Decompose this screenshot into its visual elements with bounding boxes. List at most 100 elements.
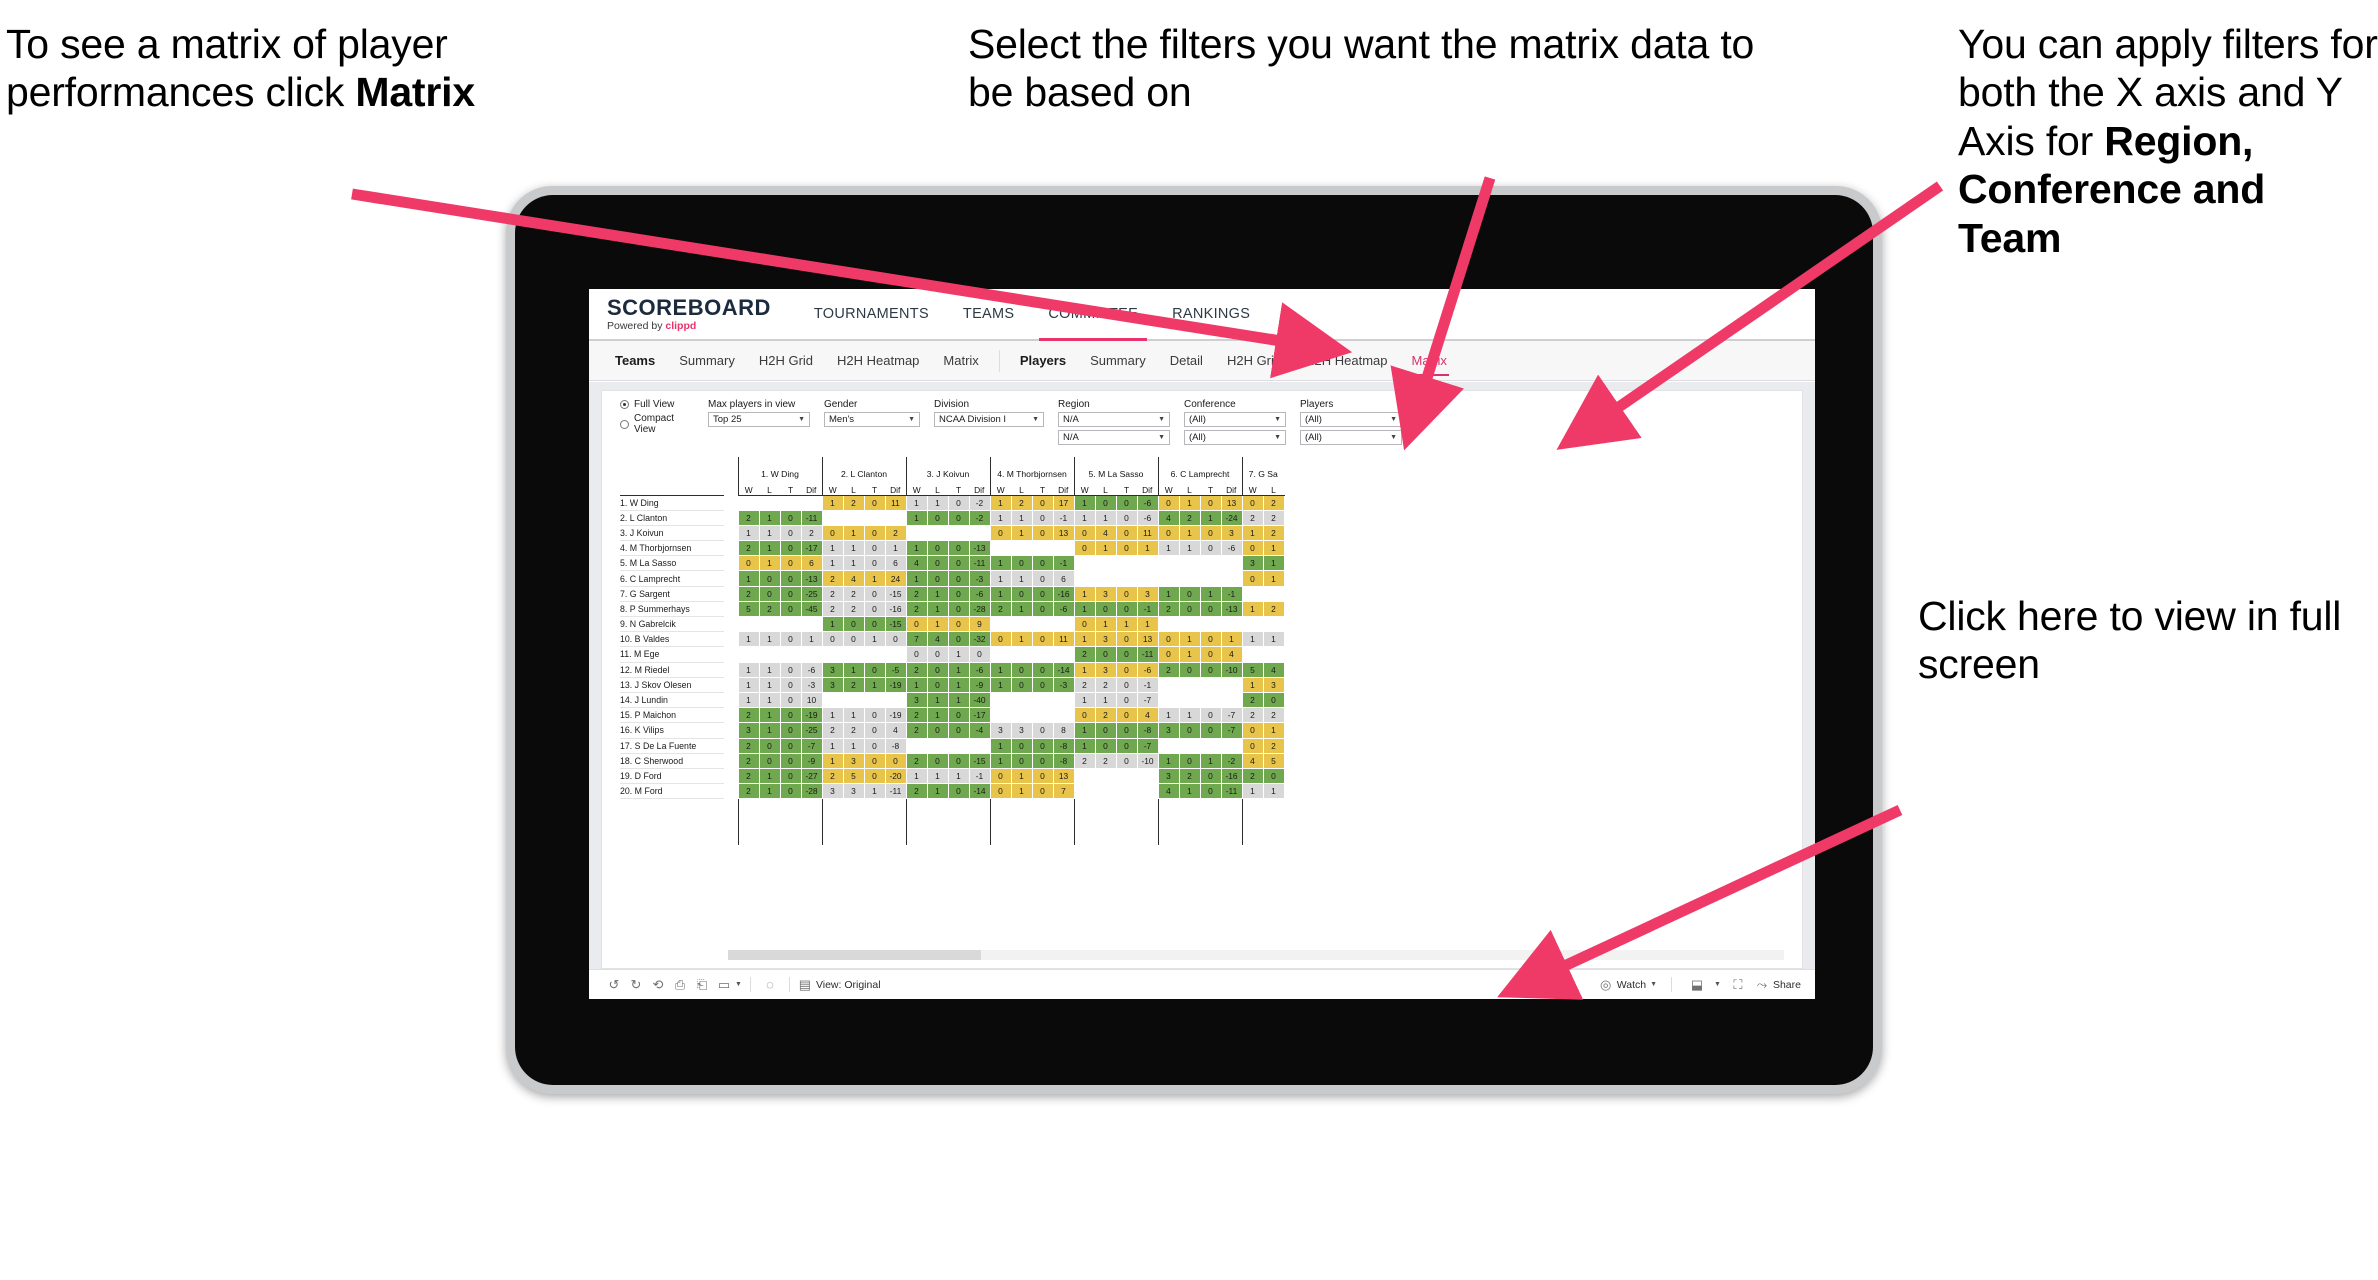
matrix-cell[interactable]: 0 [863, 737, 886, 754]
matrix-cell[interactable]: 1 [842, 661, 865, 678]
matrix-cell[interactable]: 1 [1241, 676, 1264, 693]
matrix-cell[interactable]: 2 [1157, 661, 1180, 678]
matrix-cell[interactable]: 0 [821, 631, 844, 648]
radio-full-view[interactable]: Full View [620, 399, 694, 410]
matrix-cell[interactable]: 0 [1031, 524, 1054, 542]
matrix-cell[interactable]: 1 [1136, 540, 1159, 557]
matrix-cell[interactable]: -19 [884, 676, 907, 693]
tab-teams-matrix[interactable]: Matrix [931, 341, 990, 380]
matrix-cell[interactable]: 1 [842, 555, 865, 572]
matrix-cell[interactable]: 0 [1199, 646, 1222, 663]
matrix-cell[interactable]: 4 [1241, 752, 1264, 769]
matrix-cell[interactable]: -19 [884, 707, 907, 724]
matrix-cell[interactable]: 0 [1031, 737, 1054, 754]
matrix-cell[interactable]: 2 [737, 509, 760, 526]
matrix-cell[interactable]: 0 [758, 752, 781, 769]
matrix-cell[interactable]: 1 [821, 752, 844, 769]
matrix-cell[interactable]: 0 [1010, 737, 1033, 754]
matrix-cell[interactable]: 3 [1262, 676, 1285, 693]
matrix-cell[interactable]: 1 [1094, 615, 1117, 633]
matrix-cell[interactable]: 2 [884, 524, 907, 542]
matrix-cell[interactable]: 2 [1241, 707, 1264, 724]
matrix-cell[interactable]: -25 [800, 585, 823, 602]
matrix-cell[interactable]: 0 [1157, 631, 1180, 648]
players-select-x[interactable]: (All) ▼ [1300, 412, 1402, 427]
matrix-cell[interactable]: 0 [863, 524, 886, 542]
matrix-cell[interactable]: 3 [821, 676, 844, 693]
matrix-cell[interactable]: 1 [1241, 600, 1264, 618]
matrix-cell[interactable]: -15 [884, 615, 907, 633]
matrix-cell[interactable]: 1 [821, 494, 844, 511]
matrix-cell[interactable]: 0 [1241, 722, 1264, 739]
matrix-cell[interactable]: -6 [1136, 509, 1159, 526]
matrix-cell[interactable]: -32 [968, 631, 991, 648]
matrix-cell[interactable]: 1 [758, 707, 781, 724]
matrix-cell[interactable]: -11 [884, 783, 907, 800]
matrix-cell[interactable]: 3 [1094, 585, 1117, 602]
matrix-cell[interactable]: 0 [1178, 722, 1201, 739]
matrix-cell[interactable]: 0 [947, 570, 970, 587]
matrix-cell[interactable]: 1 [821, 707, 844, 724]
matrix-cell[interactable]: 0 [1031, 783, 1054, 800]
matrix-cell[interactable]: 1 [905, 676, 928, 693]
matrix-cell[interactable]: 3 [1157, 767, 1180, 785]
matrix-cell[interactable]: -20 [884, 767, 907, 785]
matrix-cell[interactable]: -8 [884, 737, 907, 754]
matrix-cell[interactable]: 1 [947, 691, 970, 709]
max-players-select[interactable]: Top 25 ▼ [708, 412, 810, 427]
matrix-cell[interactable]: 0 [1199, 494, 1222, 511]
matrix-cell[interactable]: 0 [758, 585, 781, 602]
matrix-cell[interactable]: 0 [1010, 585, 1033, 602]
matrix-cell[interactable]: 1 [1199, 585, 1222, 602]
matrix-cell[interactable]: 1 [926, 494, 949, 511]
matrix-cell[interactable]: 13 [1052, 767, 1075, 785]
matrix-cell[interactable]: 1 [737, 691, 760, 709]
matrix-cell[interactable]: 1 [884, 540, 907, 557]
nav-item-committee[interactable]: COMMITTEE [1031, 289, 1155, 341]
matrix-cell[interactable]: 2 [1073, 646, 1096, 663]
matrix-cell[interactable]: 0 [1262, 691, 1285, 709]
matrix-cell[interactable]: 0 [1199, 524, 1222, 542]
matrix-cell[interactable]: -3 [1052, 676, 1075, 693]
matrix-cell[interactable]: -16 [1220, 767, 1243, 785]
matrix-cell[interactable]: 0 [1031, 661, 1054, 678]
matrix-cell[interactable]: 1 [1262, 631, 1285, 648]
matrix-cell[interactable]: 2 [821, 585, 844, 602]
matrix-cell[interactable]: -28 [968, 600, 991, 618]
matrix-cell[interactable]: 0 [1115, 722, 1138, 739]
matrix-cell[interactable]: 0 [863, 661, 886, 678]
matrix-cell[interactable]: 0 [779, 570, 802, 587]
matrix-cell[interactable]: 1 [1073, 585, 1096, 602]
matrix-cell[interactable]: 2 [905, 707, 928, 724]
matrix-cell[interactable]: 0 [1010, 661, 1033, 678]
radio-compact-view[interactable]: Compact View [620, 413, 694, 435]
matrix-cell[interactable]: 1 [1094, 540, 1117, 557]
matrix-cell[interactable]: 1 [905, 540, 928, 557]
matrix-cell[interactable]: 0 [779, 722, 802, 739]
matrix-cell[interactable]: 0 [1262, 767, 1285, 785]
matrix-cell[interactable]: 0 [1241, 494, 1264, 511]
matrix-cell[interactable]: -1 [968, 767, 991, 785]
matrix-cell[interactable]: 2 [1178, 509, 1201, 526]
matrix-cell[interactable]: 2 [1010, 494, 1033, 511]
matrix-cell[interactable]: 2 [905, 661, 928, 678]
matrix-cell[interactable]: 3 [842, 752, 865, 769]
matrix-cell[interactable]: 0 [863, 494, 886, 511]
refresh-icon[interactable]: ⎙ [669, 977, 691, 993]
matrix-cell[interactable]: 1 [1010, 509, 1033, 526]
matrix-cell[interactable]: 1 [1241, 631, 1264, 648]
matrix-cell[interactable]: 1 [737, 661, 760, 678]
horizontal-scrollbar[interactable] [728, 950, 1784, 960]
matrix-cell[interactable]: -16 [884, 600, 907, 618]
matrix-cell[interactable]: 1 [758, 767, 781, 785]
matrix-cell[interactable]: 4 [842, 570, 865, 587]
matrix-cell[interactable]: 0 [1199, 707, 1222, 724]
matrix-cell[interactable]: 0 [1010, 555, 1033, 572]
matrix-cell[interactable]: 0 [1199, 600, 1222, 618]
tab-players-h2h-heatmap[interactable]: H2H Heatmap [1293, 341, 1399, 380]
matrix-cell[interactable]: 1 [1073, 737, 1096, 754]
matrix-cell[interactable]: 1 [1220, 631, 1243, 648]
tab-players-detail[interactable]: Detail [1158, 341, 1215, 380]
matrix-cell[interactable]: 0 [779, 540, 802, 557]
matrix-cell[interactable]: 2 [1262, 707, 1285, 724]
